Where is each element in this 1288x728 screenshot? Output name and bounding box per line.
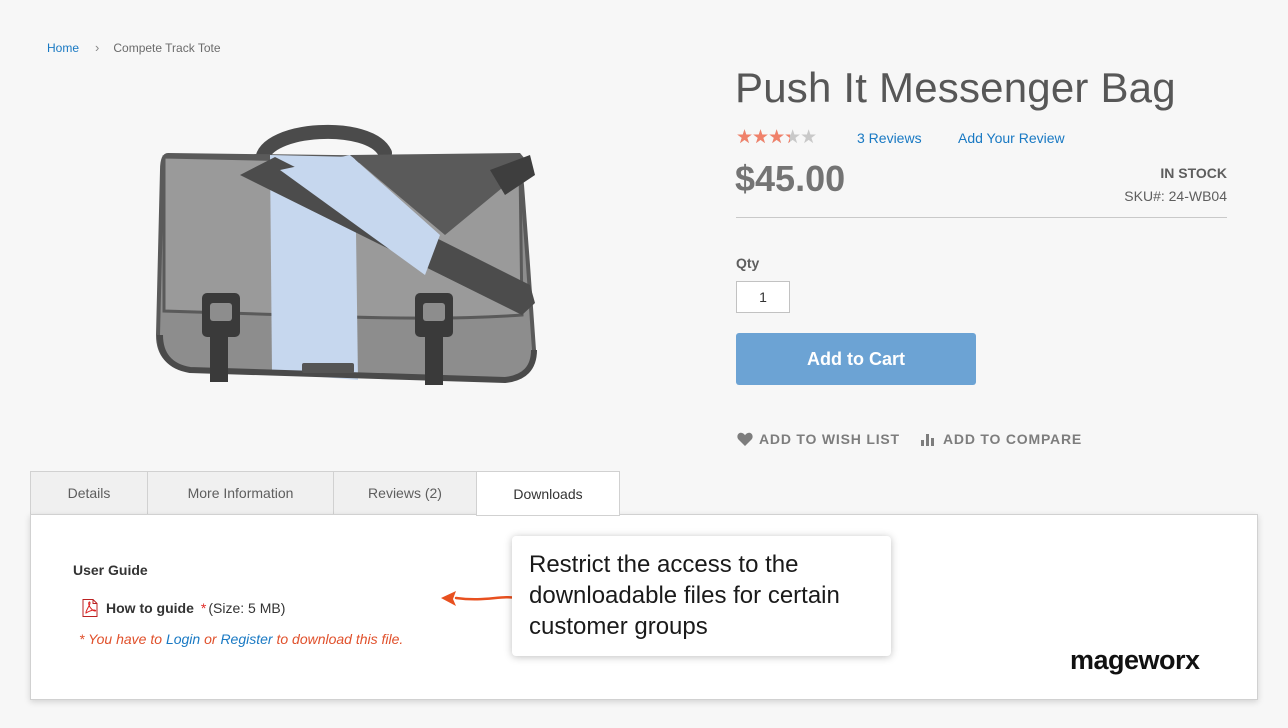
note-prefix: * You have to	[79, 631, 166, 647]
register-link[interactable]: Register	[220, 631, 272, 647]
qty-input[interactable]	[736, 281, 790, 313]
section-title: User Guide	[73, 562, 148, 578]
login-required-note: * You have to Login or Register to downl…	[79, 631, 403, 647]
add-to-wishlist-button[interactable]: ADD TO WISH LIST	[737, 431, 900, 447]
product-title: Push It Messenger Bag	[735, 64, 1176, 111]
breadcrumb-home-link[interactable]: Home	[47, 41, 79, 55]
note-or: or	[200, 631, 221, 647]
breadcrumb-current: Compete Track Tote	[113, 40, 221, 55]
tab-more-information[interactable]: More Information	[147, 471, 333, 515]
wishlist-label: ADD TO WISH LIST	[759, 431, 900, 447]
tab-downloads[interactable]: Downloads	[476, 471, 620, 516]
messenger-bag-image	[155, 124, 537, 385]
breadcrumb-separator-icon: ›	[95, 40, 100, 55]
download-file-link[interactable]: How to guide	[106, 600, 194, 616]
breadcrumb: Home › Compete Track Tote	[47, 40, 221, 55]
note-suffix: to download this file.	[272, 631, 404, 647]
heart-icon	[737, 432, 753, 446]
download-file-row: How to guide * (Size: 5 MB)	[82, 599, 285, 617]
required-marker: *	[200, 600, 207, 616]
login-link[interactable]: Login	[166, 631, 200, 647]
compare-label: ADD TO COMPARE	[943, 431, 1083, 447]
brand-logo: mageworx	[1070, 645, 1200, 675]
product-tabs: Details More Information Reviews (2) Dow…	[30, 471, 620, 516]
product-rating: ★★★★★ ★★★★★	[736, 128, 826, 148]
add-review-link[interactable]: Add Your Review	[958, 130, 1065, 146]
add-to-cart-button[interactable]: Add to Cart	[736, 333, 976, 385]
qty-label: Qty	[736, 255, 760, 271]
tab-reviews[interactable]: Reviews (2)	[333, 471, 476, 515]
file-size: (Size: 5 MB)	[208, 600, 286, 616]
add-to-compare-button[interactable]: ADD TO COMPARE	[921, 431, 1082, 447]
compare-icon	[921, 434, 934, 446]
callout-box: Restrict the access to the downloadable …	[512, 536, 891, 656]
product-image[interactable]	[150, 115, 550, 405]
divider	[736, 217, 1227, 218]
star-rating-icon: ★★★★★ ★★★★★	[736, 127, 817, 148]
product-price: $45.00	[735, 158, 846, 199]
arrow-left-icon	[441, 591, 520, 606]
pdf-icon	[82, 599, 98, 617]
product-sku: SKU#: 24-WB04	[1124, 188, 1227, 204]
tab-details[interactable]: Details	[30, 471, 147, 515]
reviews-count-link[interactable]: 3 Reviews	[857, 130, 922, 146]
stock-status: IN STOCK	[1160, 165, 1227, 181]
